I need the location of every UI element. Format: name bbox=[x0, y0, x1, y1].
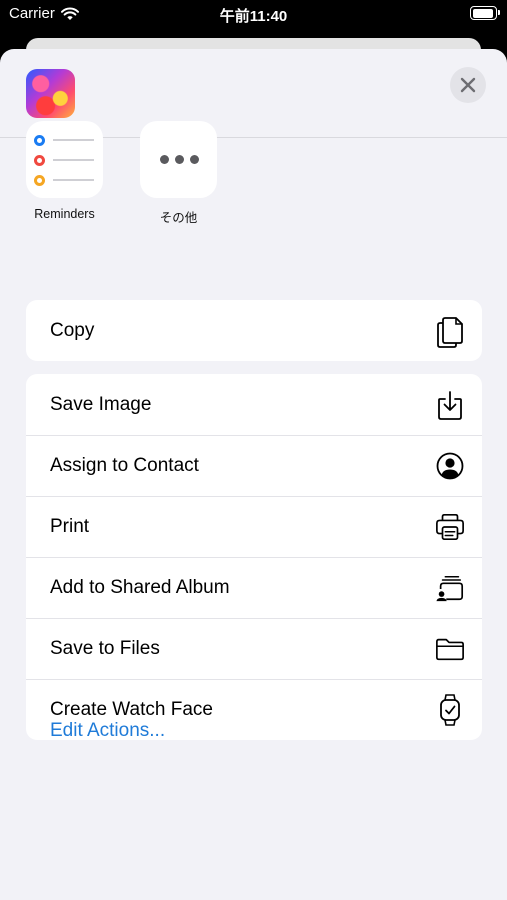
shared-album-icon bbox=[435, 571, 465, 605]
more-icon bbox=[140, 121, 217, 198]
action-add-to-shared-album[interactable]: Add to Shared Album bbox=[26, 557, 482, 618]
watch-icon bbox=[435, 693, 465, 727]
app-reminders[interactable]: Reminders bbox=[26, 121, 103, 226]
app-label: その他 bbox=[159, 211, 198, 225]
action-label: Assign to Contact bbox=[50, 454, 199, 476]
close-icon bbox=[460, 77, 476, 93]
reminder-dot-red bbox=[34, 154, 45, 166]
action-label: Create Watch Face bbox=[50, 698, 213, 720]
battery-icon bbox=[470, 6, 500, 20]
action-assign-to-contact[interactable]: Assign to Contact bbox=[26, 435, 482, 496]
edit-actions-link[interactable]: Edit Actions... bbox=[50, 720, 165, 742]
action-save-image[interactable]: Save Image bbox=[26, 374, 482, 435]
action-label: Print bbox=[50, 515, 90, 537]
save-image-icon bbox=[435, 388, 465, 422]
app-label: Reminders bbox=[34, 207, 95, 221]
status-time: 午前11:40 bbox=[219, 8, 288, 25]
reminder-dot-blue bbox=[34, 134, 45, 146]
printer-icon bbox=[435, 510, 465, 544]
action-save-to-files[interactable]: Save to Files bbox=[26, 618, 482, 679]
reminders-app-icon bbox=[26, 121, 103, 198]
action-copy[interactable]: Copy bbox=[26, 300, 482, 361]
action-label: Save Image bbox=[50, 393, 152, 415]
action-group-main: Save Image Assign to Contact Print Add t… bbox=[26, 374, 482, 740]
app-row: Reminders その他 bbox=[26, 121, 217, 226]
action-label: Add to Shared Album bbox=[50, 576, 230, 598]
action-label: Save to Files bbox=[50, 637, 160, 659]
folder-icon bbox=[435, 632, 465, 666]
preview-thumbnail bbox=[26, 69, 75, 118]
copy-icon bbox=[435, 314, 465, 348]
action-label: Copy bbox=[50, 319, 95, 341]
contact-icon bbox=[435, 449, 465, 483]
close-button[interactable] bbox=[450, 67, 486, 103]
status-bar: Carrier 午前11:40 bbox=[0, 0, 507, 32]
reminder-dot-orange bbox=[34, 174, 45, 186]
action-print[interactable]: Print bbox=[26, 496, 482, 557]
action-group-copy: Copy bbox=[26, 300, 482, 361]
app-more[interactable]: その他 bbox=[140, 121, 217, 226]
